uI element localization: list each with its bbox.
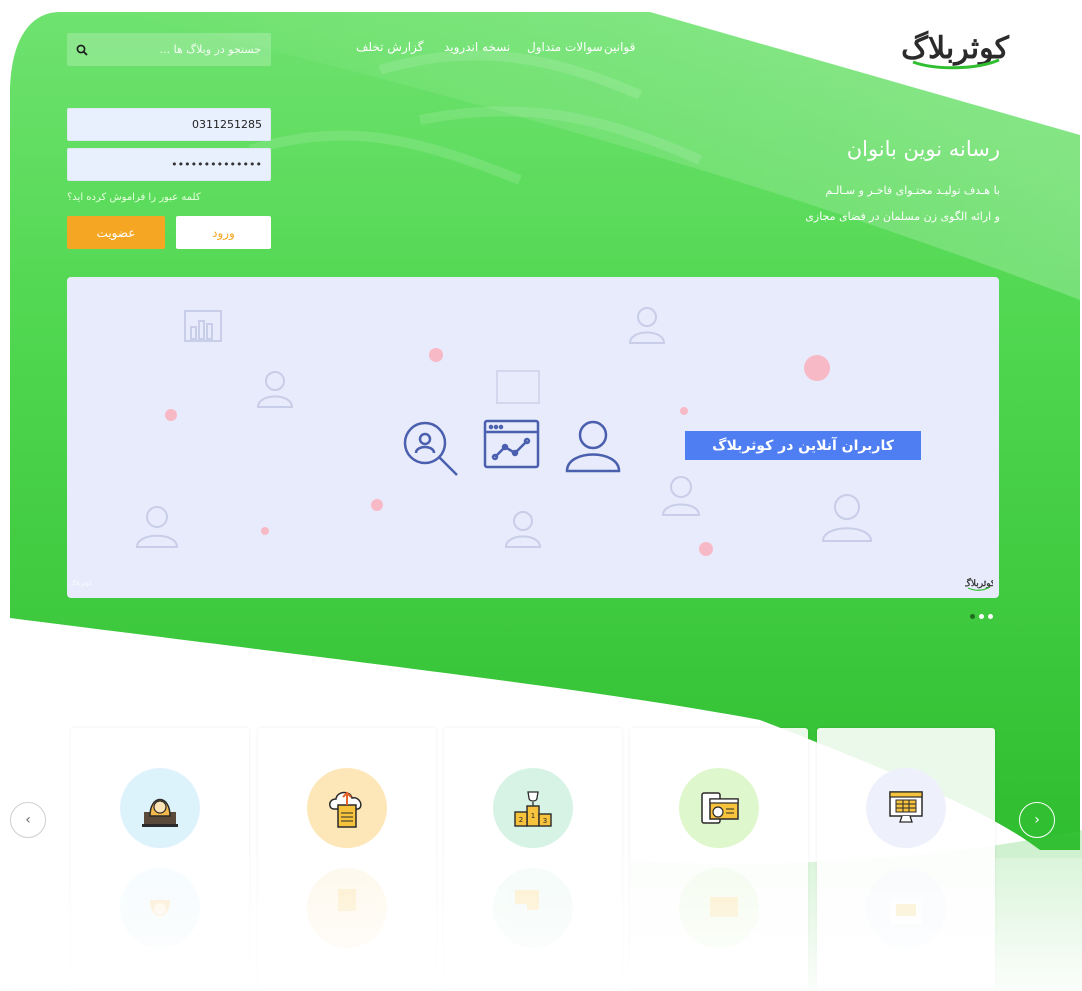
slide-watermark-logo-left: کوثربلاگ: [71, 579, 91, 587]
nav-item-rules[interactable]: قوانین: [604, 40, 635, 60]
podium-trophy-icon: 12 3: [493, 768, 573, 848]
password-field[interactable]: [67, 148, 271, 181]
svg-text:3: 3: [543, 817, 547, 825]
search-input[interactable]: [97, 33, 271, 66]
monitor-chart-icon-reflection: [679, 868, 759, 948]
svg-text:1: 1: [531, 812, 535, 820]
slider-dot-3[interactable]: [988, 614, 993, 619]
chevron-right-icon[interactable]: ›: [1019, 802, 1055, 838]
computer-table-icon: [866, 768, 946, 848]
podium-trophy-icon-reflection: [493, 868, 573, 948]
search-icon[interactable]: [67, 33, 97, 66]
nav-item-report[interactable]: گزارش تخلف: [356, 40, 423, 60]
hero-title: رسانه نوین بانوان: [846, 137, 1000, 161]
hero-slider[interactable]: کاربران آنلاین در کوثربلاگ کوثربلاگ کوثر…: [67, 277, 999, 598]
forgot-password-link[interactable]: کلمه عبور را فراموش کرده اید؟: [67, 192, 271, 203]
search-box: [67, 33, 271, 66]
username-field[interactable]: [67, 108, 271, 141]
feature-card[interactable]: [630, 728, 808, 988]
hero-tagline-line-1: با هـدف تولیـد محتـوای فاخـر و سـالـم: [825, 184, 1000, 197]
slide-watermark-logo: کوثربلاگ: [965, 577, 993, 591]
svg-text:کوثربلاگ: کوثربلاگ: [71, 579, 91, 587]
cloud-upload-document-icon-reflection: [307, 868, 387, 948]
logo[interactable]: کوثربلاگ: [895, 18, 1015, 73]
signup-button[interactable]: عضویت: [67, 216, 165, 249]
nav-item-android[interactable]: نسخه اندروید: [444, 40, 510, 60]
hero-tagline-line-2: و ارائه الگوی زن مسلمان در فضای مجازی: [805, 210, 1000, 223]
computer-table-icon-reflection: [866, 868, 946, 948]
feature-card[interactable]: [258, 728, 436, 988]
feature-card[interactable]: [817, 728, 995, 988]
login-button[interactable]: ورود: [176, 216, 271, 249]
hero-section: کوثربلاگ قوانین سوالات متداول نسخه اندرو…: [0, 0, 1082, 991]
slider-dot-2[interactable]: [979, 614, 984, 619]
slide-caption: کاربران آنلاین در کوثربلاگ: [685, 431, 921, 460]
feature-card[interactable]: 12 3: [444, 728, 622, 988]
svg-text:2: 2: [519, 816, 523, 824]
chevron-left-icon[interactable]: ‹: [10, 802, 46, 838]
cloud-upload-document-icon: [307, 768, 387, 848]
nav-item-faq[interactable]: سوالات متداول: [527, 40, 603, 60]
woman-avatar-icon: [120, 768, 200, 848]
woman-avatar-icon-reflection: [120, 868, 200, 948]
monitor-chart-icon: [679, 768, 759, 848]
slider-dot-1[interactable]: [970, 614, 975, 619]
feature-card[interactable]: [71, 728, 249, 988]
slider-pagination: [970, 614, 993, 619]
